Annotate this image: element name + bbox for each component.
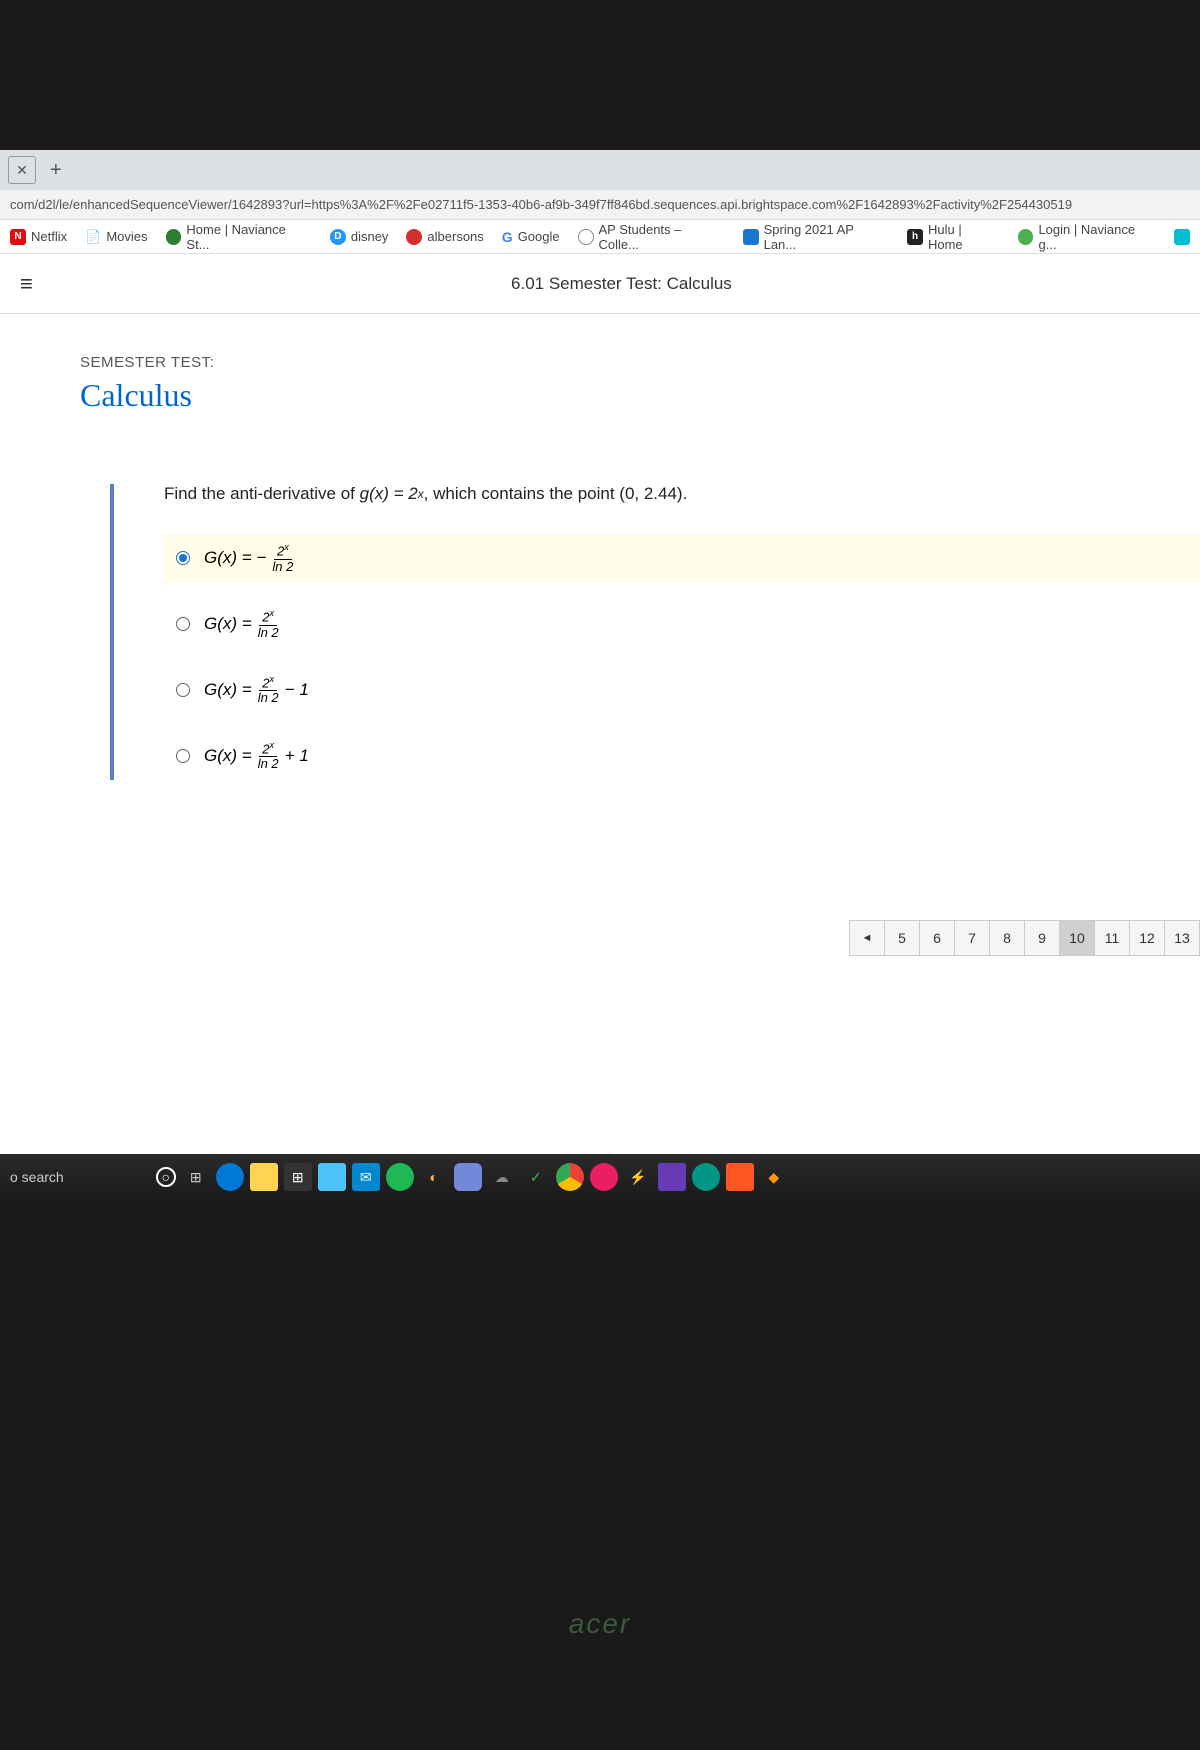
radio-c[interactable] <box>176 683 190 697</box>
albersons-icon <box>406 229 422 245</box>
discord-icon[interactable] <box>454 1163 482 1191</box>
bookmark-label: Hulu | Home <box>928 222 1000 252</box>
bookmark-label: AP Students – Colle... <box>599 222 725 252</box>
cloud-icon <box>1174 229 1190 245</box>
page-9-button[interactable]: 9 <box>1024 920 1060 956</box>
bookmark-label: Google <box>518 229 560 244</box>
radio-a[interactable] <box>176 551 190 565</box>
page-7-button[interactable]: 7 <box>954 920 990 956</box>
app-icon-10[interactable]: ◆ <box>760 1163 788 1191</box>
page-6-button[interactable]: 6 <box>919 920 955 956</box>
option-b[interactable]: G(x) = 2xln 2 <box>164 600 1200 648</box>
question-prefix: Find the anti-derivative of <box>164 484 360 503</box>
app-icon-7[interactable] <box>658 1163 686 1191</box>
laptop-brand-label: acer <box>569 1608 631 1640</box>
mail-icon[interactable]: ✉ <box>352 1163 380 1191</box>
bookmark-label: Spring 2021 AP Lan... <box>764 222 889 252</box>
tab-close-button[interactable]: ✕ <box>8 156 36 184</box>
bookmark-albersons[interactable]: albersons <box>406 229 483 245</box>
task-view-icon[interactable]: ⊞ <box>182 1163 210 1191</box>
pagination: ◄ 5 6 7 8 9 10 11 12 13 <box>850 920 1200 956</box>
store-icon[interactable]: ⊞ <box>284 1163 312 1191</box>
options-list: G(x) = −2xln 2 G(x) = 2xln 2 G(x) = 2xln… <box>164 534 1200 780</box>
app-icon-8[interactable] <box>692 1163 720 1191</box>
app-icon-9[interactable] <box>726 1163 754 1191</box>
app-icon-6[interactable]: ⚡ <box>624 1163 652 1191</box>
app-icon-3[interactable]: ☁ <box>488 1163 516 1191</box>
bookmark-disney[interactable]: Ddisney <box>330 229 389 245</box>
app-icon-1[interactable] <box>318 1163 346 1191</box>
disney-icon: D <box>330 229 346 245</box>
spring-icon <box>743 229 759 245</box>
question-gx: g(x) = 2 <box>360 484 418 504</box>
app-header: ≡ 6.01 Semester Test: Calculus <box>0 254 1200 314</box>
option-d[interactable]: G(x) = 2xln 2 + 1 <box>164 732 1200 780</box>
new-tab-button[interactable]: + <box>50 159 62 182</box>
bookmark-label: Home | Naviance St... <box>186 222 311 252</box>
naviance2-icon <box>1018 229 1034 245</box>
bookmark-label: disney <box>351 229 389 244</box>
option-d-formula: G(x) = 2xln 2 + 1 <box>204 740 309 772</box>
content-area: SEMESTER TEST: Calculus Find the anti-de… <box>0 314 1200 780</box>
hulu-icon: h <box>907 229 923 245</box>
spotify-icon[interactable] <box>386 1163 414 1191</box>
netflix-icon: N <box>10 229 26 245</box>
page-prev-button[interactable]: ◄ <box>849 920 885 956</box>
bookmark-google[interactable]: G Google <box>502 229 560 245</box>
radio-b[interactable] <box>176 617 190 631</box>
page-11-button[interactable]: 11 <box>1094 920 1130 956</box>
movies-icon: 📄 <box>85 229 101 245</box>
page-title: 6.01 Semester Test: Calculus <box>63 274 1180 294</box>
naviance-icon <box>166 229 182 245</box>
address-bar[interactable]: com/d2l/le/enhancedSequenceViewer/164289… <box>0 190 1200 220</box>
option-c[interactable]: G(x) = 2xln 2 − 1 <box>164 666 1200 714</box>
app-icon-5[interactable] <box>590 1163 618 1191</box>
question-text: Find the anti-derivative of g(x) = 2x, w… <box>164 484 1200 504</box>
bookmark-ap[interactable]: AP Students – Colle... <box>578 222 725 252</box>
option-a-formula: G(x) = −2xln 2 <box>204 542 299 574</box>
option-b-formula: G(x) = 2xln 2 <box>204 608 285 640</box>
test-name: Calculus <box>80 377 1200 414</box>
bookmark-label: Movies <box>106 229 147 244</box>
app-icon-4[interactable]: ✓ <box>522 1163 550 1191</box>
google-icon: G <box>502 229 513 245</box>
question-suffix: , which contains the point (0, 2.44). <box>424 484 688 503</box>
bookmark-hulu[interactable]: h Hulu | Home <box>907 222 999 252</box>
page-10-button[interactable]: 10 <box>1059 920 1095 956</box>
bookmark-netflix[interactable]: N Netflix <box>10 229 67 245</box>
bookmark-movies[interactable]: 📄 Movies <box>85 229 147 245</box>
ap-icon <box>578 229 594 245</box>
bookmark-spring[interactable]: Spring 2021 AP Lan... <box>743 222 889 252</box>
test-label: SEMESTER TEST: <box>80 354 1200 371</box>
bookmark-naviance2[interactable]: Login | Naviance g... <box>1018 222 1156 252</box>
page-13-button[interactable]: 13 <box>1164 920 1200 956</box>
app-icon-2[interactable]: ◐ <box>420 1163 448 1191</box>
bookmarks-bar: N Netflix 📄 Movies Home | Naviance St... D… <box>0 220 1200 254</box>
bookmark-naviance[interactable]: Home | Naviance St... <box>166 222 312 252</box>
page-12-button[interactable]: 12 <box>1129 920 1165 956</box>
option-a[interactable]: G(x) = −2xln 2 <box>164 534 1200 582</box>
bookmark-label: Login | Naviance g... <box>1038 222 1156 252</box>
question-panel: Find the anti-derivative of g(x) = 2x, w… <box>110 484 1200 780</box>
browser-tabs-bar: ✕ + <box>0 150 1200 190</box>
bookmark-more[interactable] <box>1174 229 1190 245</box>
chrome-icon[interactable] <box>556 1163 584 1191</box>
explorer-icon[interactable] <box>250 1163 278 1191</box>
page-8-button[interactable]: 8 <box>989 920 1025 956</box>
edge-icon[interactable] <box>216 1163 244 1191</box>
radio-d[interactable] <box>176 749 190 763</box>
page-5-button[interactable]: 5 <box>884 920 920 956</box>
cortana-icon[interactable]: ○ <box>156 1167 176 1187</box>
windows-taskbar: o search ○ ⊞ ⊞ ✉ ◐ ☁ ✓ ⚡ ◆ <box>0 1154 1200 1200</box>
bookmark-label: Netflix <box>31 229 67 244</box>
option-c-formula: G(x) = 2xln 2 − 1 <box>204 674 309 706</box>
taskbar-search[interactable]: o search <box>10 1169 64 1185</box>
hamburger-menu-button[interactable]: ≡ <box>20 271 33 297</box>
bookmark-label: albersons <box>427 229 483 244</box>
